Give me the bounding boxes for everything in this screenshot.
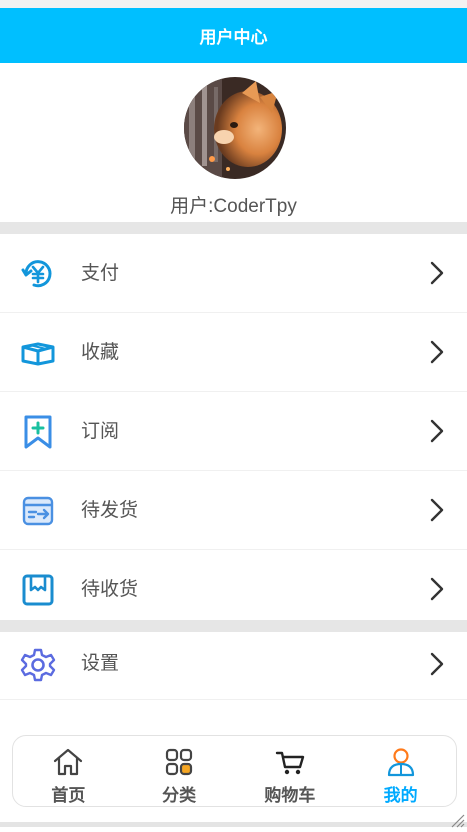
gear-icon (20, 648, 56, 682)
tab-category[interactable]: 分类 (124, 736, 235, 806)
yen-refresh-icon (21, 260, 52, 288)
tab-label: 首页 (51, 786, 86, 805)
bottom-edge (0, 822, 467, 827)
menu-item-favorites[interactable]: 收藏 (0, 313, 467, 392)
menu-item-label: 订阅 (81, 421, 120, 442)
chevron-right-icon (430, 419, 444, 443)
bookmark-plus-icon (24, 415, 52, 449)
top-strip (0, 0, 467, 8)
menu-item-settings[interactable]: 设置 (0, 632, 467, 700)
section-divider (0, 222, 467, 234)
resize-handle-icon[interactable] (449, 812, 465, 828)
menu-item-pending-shipment[interactable]: 待发货 (0, 471, 467, 550)
tab-label: 购物车 (264, 786, 316, 805)
chevron-right-icon (430, 577, 444, 601)
section-divider (0, 620, 467, 632)
tab-home[interactable]: 首页 (13, 736, 124, 806)
tab-mine[interactable]: 我的 (345, 736, 456, 806)
page-title: 用户中心 (199, 28, 268, 47)
username: 用户:CoderTpy (170, 196, 297, 217)
cart-icon (275, 751, 305, 775)
chevron-right-icon (430, 498, 444, 522)
menu-item-label: 支付 (81, 263, 120, 284)
category-icon (166, 748, 193, 776)
menu-item-subscribe[interactable]: 订阅 (0, 392, 467, 471)
menu-item-pending-receipt[interactable]: 待收货 (0, 550, 467, 629)
app-header: 用户中心 (0, 8, 467, 63)
chevron-right-icon (430, 340, 444, 364)
tab-label: 我的 (383, 786, 418, 805)
menu-item-label: 设置 (81, 653, 120, 674)
tab-label: 分类 (162, 786, 197, 805)
avatar[interactable] (184, 77, 286, 179)
receive-box-icon (22, 574, 54, 606)
shipping-card-icon (22, 496, 54, 526)
tab-cart[interactable]: 购物车 (235, 736, 346, 806)
menu-item-label: 待收货 (81, 579, 139, 600)
profile-section: 用户:CoderTpy (0, 63, 467, 222)
box-icon (21, 342, 55, 366)
menu-item-payment[interactable]: 支付 (0, 234, 467, 313)
home-icon (54, 748, 83, 776)
chevron-right-icon (430, 652, 444, 676)
menu-item-label: 收藏 (81, 342, 120, 363)
user-icon (387, 748, 414, 777)
chevron-right-icon (430, 261, 444, 285)
bottom-tab-bar: 首页 分类 购物车 我的 (12, 735, 457, 807)
avatar-image (184, 77, 286, 179)
menu-item-label: 待发货 (81, 500, 139, 521)
